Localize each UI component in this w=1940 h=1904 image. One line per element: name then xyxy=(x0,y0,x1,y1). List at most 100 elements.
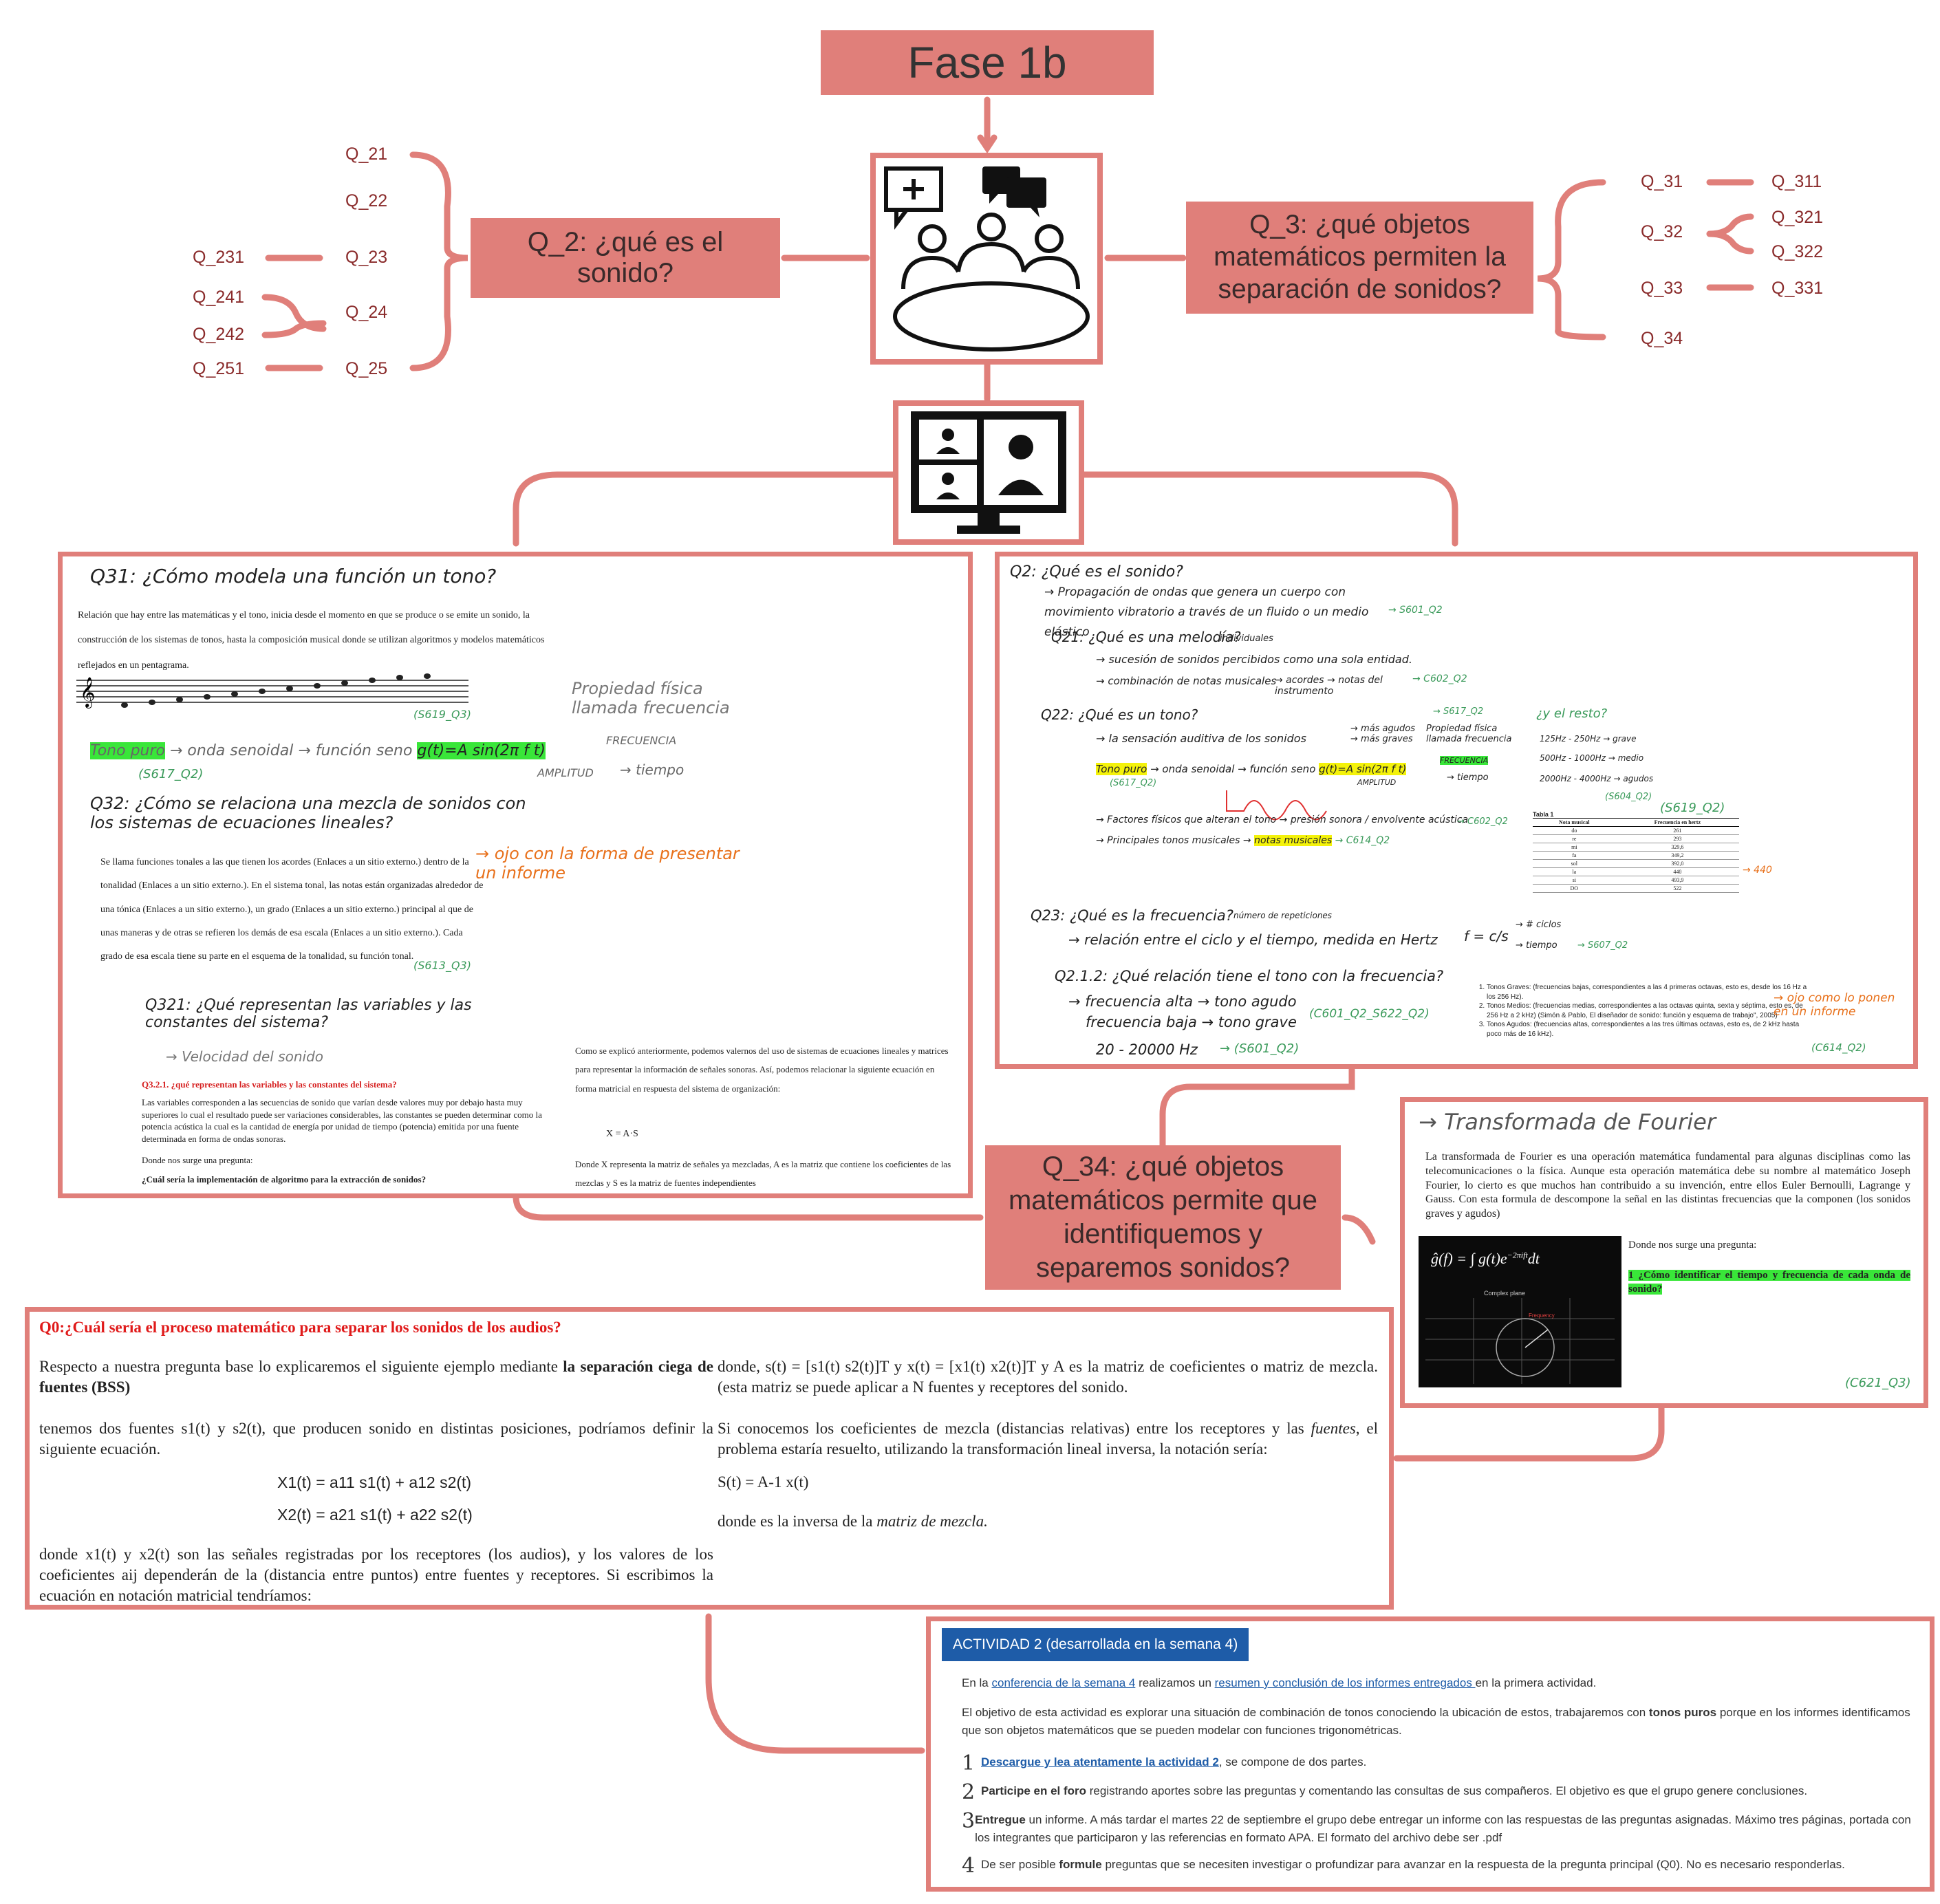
freq-range-agudo: 2000Hz - 4000Hz → agudos xyxy=(1540,774,1654,783)
table-cell: 349,2 xyxy=(1615,851,1739,860)
svg-text:𝄞: 𝄞 xyxy=(80,677,95,708)
ref-s604: (S604_Q2) xyxy=(1605,792,1652,802)
activity-intro: En la conferencia de la semana 4 realiza… xyxy=(962,1676,1596,1690)
plot-title: Complex plane xyxy=(1484,1290,1526,1297)
q34-box: Q_34: ¿qué objetos matemáticos permite q… xyxy=(985,1145,1341,1290)
activity-objective: El objetivo de esta actividad es explora… xyxy=(962,1704,1918,1740)
donde-pregunta: Donde nos surge una pregunta: xyxy=(142,1155,253,1165)
intro-text: Relación que hay entre las matemáticas y… xyxy=(78,610,545,671)
step-2: 2 Participe en el foro registrando aport… xyxy=(962,1782,1918,1803)
ref-s607: → S607_Q2 xyxy=(1577,940,1628,951)
q3-sub-label: Q_34 xyxy=(1641,329,1683,348)
hz-range: 20 - 20000 Hz xyxy=(1096,1041,1198,1058)
frecuencia-alta-note: → frecuencia alta → tono agudo xyxy=(1068,993,1297,1010)
q212-heading: Q2.1.2: ¿Qué relación tiene el tono con … xyxy=(1055,968,1444,984)
meeting-icon-box xyxy=(870,153,1103,365)
q2-sub-label: Q_22 xyxy=(345,191,388,210)
ojo-note-2: → ojo como lo ponen en un informe xyxy=(1774,991,1895,1019)
resumen-link[interactable]: resumen y conclusión de los informes ent… xyxy=(1215,1676,1476,1689)
tonos-item: Tonos Graves: (frecuencias bajas, corres… xyxy=(1487,983,1810,1002)
q2-sub-label: Q_24 xyxy=(345,303,388,322)
principales-note: → Principales tonos musicales → xyxy=(1096,835,1251,846)
table-row: sol 392,0 xyxy=(1533,859,1739,868)
tonos-list: Tonos Graves: (frecuencias bajas, corres… xyxy=(1474,983,1810,1039)
table-cell: mi xyxy=(1533,843,1616,852)
tonal-text: Se llama funciones tonales a las que tie… xyxy=(100,857,484,962)
step-4: 4 De ser posible formule preguntas que s… xyxy=(962,1855,1918,1876)
q321-heading: Q321: ¿Qué representan las variables y l… xyxy=(145,997,472,1031)
activity-panel: ACTIVIDAD 2 (desarrollada en la semana 4… xyxy=(926,1616,1934,1892)
table-cell: 392,0 xyxy=(1615,859,1739,868)
frecuencia-label-2: FRECUENCIA xyxy=(1440,756,1489,765)
bss-paragraph-1: Respecto a nuestra pregunta base lo expl… xyxy=(39,1356,713,1398)
page-title-text: Fase 1b xyxy=(907,38,1067,87)
combinacion-note: → combinación de notas musicales xyxy=(1096,675,1277,687)
q3-leaf-label: Q_311 xyxy=(1771,172,1822,191)
ref-c601: (C601_Q2_S622_Q2) xyxy=(1309,1007,1430,1021)
propiedad-note: Propiedad física llamada frecuencia xyxy=(1426,724,1512,744)
onda-label-2: → onda senoidal → función seno xyxy=(1150,763,1316,775)
bss-equation-2: X2(t) = a21 s1(t) + a22 s2(t) xyxy=(277,1506,473,1524)
resto-note: ¿y el resto? xyxy=(1536,706,1608,721)
fourier-panel: → Transformada de Fourier La transformad… xyxy=(1400,1097,1928,1408)
table-cell: 329,6 xyxy=(1615,843,1739,852)
objective-bold: tonos puros xyxy=(1648,1706,1717,1719)
ref-s617: → S617_Q2 xyxy=(1433,706,1484,717)
q3-sub-label: Q_31 xyxy=(1641,172,1683,191)
tonos-item: Tonos Medios: (frecuencias medias, corre… xyxy=(1487,1002,1810,1020)
step-3: 3 Entregue un informe. A más tardar el m… xyxy=(962,1811,1918,1848)
ref-c602b: → C602_Q2 xyxy=(1457,816,1508,827)
fourier-title: → Transformada de Fourier xyxy=(1419,1109,1716,1135)
num-repeticiones-note: número de repeticiones xyxy=(1233,911,1333,920)
step-bold: Participe en el foro xyxy=(981,1784,1087,1797)
bss-r2-italic: fuentes xyxy=(1311,1420,1356,1437)
ref-s619: (S619_Q3) xyxy=(413,708,471,721)
factores-note: → Factores físicos que alteran el tono →… xyxy=(1096,814,1469,825)
step-bold: formule xyxy=(1059,1857,1102,1871)
frequency-formula: f = c/s xyxy=(1464,928,1509,944)
individuales-note: individuales xyxy=(1220,634,1273,644)
acordes-note: → acordes → notas del instrumento xyxy=(1275,675,1383,697)
q2-heading: Q2: ¿Qué es el sonido? xyxy=(1010,563,1183,581)
q3-box: Q_3: ¿qué objetos matemáticos permiten l… xyxy=(1186,202,1533,314)
table-header: Nota musical xyxy=(1558,819,1590,825)
fourier-question: 1 ¿Cómo identificar el tiempo y frecuenc… xyxy=(1628,1270,1910,1295)
q321b-heading: Q3.2.1. ¿qué representan las variables y… xyxy=(142,1079,397,1090)
q2-box: Q_2: ¿qué es el sonido? xyxy=(471,218,780,298)
amplitud-label: AMPLITUD xyxy=(537,766,594,779)
q2-leaf-label: Q_242 xyxy=(193,325,245,344)
table-row: la 440 xyxy=(1533,867,1739,876)
bss-paragraph-3: donde x1(t) y x2(t) son las señales regi… xyxy=(39,1546,713,1604)
ojo-note: → ojo con la forma de presentar un infor… xyxy=(475,844,740,883)
q31-heading: Q31: ¿Cómo modela una función un tono? xyxy=(90,565,497,587)
meeting-icon xyxy=(884,166,1090,351)
table-cell: si xyxy=(1533,876,1616,885)
bss-r4-text: donde es la inversa de la xyxy=(718,1513,877,1530)
bss-r4-italic: matriz de mezcla. xyxy=(876,1513,988,1530)
table-cell: 261 xyxy=(1615,826,1739,835)
table-row: DO 522 xyxy=(1533,884,1739,893)
step-number: 1 xyxy=(962,1751,976,1775)
step-link[interactable]: Descargue y lea atentamente la actividad… xyxy=(981,1755,1219,1768)
table-cell: sol xyxy=(1533,859,1616,868)
q34-title: Q_34: ¿qué objetos matemáticos permite q… xyxy=(1008,1151,1318,1283)
bss-r2-text: Si conocemos los coeficientes de mezcla … xyxy=(718,1420,1311,1437)
ref-s601: → S601_Q2 xyxy=(1388,605,1443,616)
q3-leaf-label: Q_322 xyxy=(1771,242,1824,261)
left-notes-panel: Q31: ¿Cómo modela una función un tono? R… xyxy=(58,552,973,1198)
fourier-text: La transformada de Fourier es una operac… xyxy=(1425,1151,1910,1220)
prop-fisica-note: Propiedad física llamada frecuencia xyxy=(572,679,730,717)
step-text: preguntas que se necesiten investigar o … xyxy=(1101,1857,1845,1871)
conferencia-link[interactable]: conferencia de la semana 4 xyxy=(991,1676,1135,1689)
table-row: si 493,9 xyxy=(1533,876,1739,885)
intro-text: realizamos un xyxy=(1135,1676,1215,1689)
step-number: 3 xyxy=(962,1809,976,1833)
q22-heading: Q22: ¿Qué es un tono? xyxy=(1041,706,1198,723)
amplitud-label-2: AMPLITUD xyxy=(1357,778,1397,787)
ref-s613: (S613_Q3) xyxy=(413,959,471,972)
step-number: 2 xyxy=(962,1780,976,1804)
q3-leaf-label: Q_331 xyxy=(1771,279,1824,298)
bss-right-2: Si conocemos los coeficientes de mezcla … xyxy=(718,1418,1378,1460)
ref-c621: (C621_Q3) xyxy=(1845,1376,1911,1390)
ciclos-note: → # ciclos xyxy=(1516,920,1562,930)
